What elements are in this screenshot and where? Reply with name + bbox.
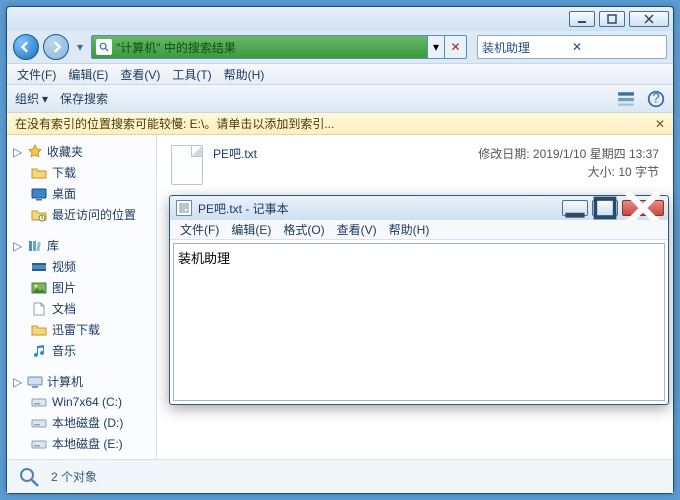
menu-view[interactable]: 查看(V): [114, 66, 166, 83]
sidebar-item-thunder[interactable]: 迅雷下载: [9, 319, 154, 340]
sidebar-item-videos[interactable]: 视频: [9, 256, 154, 277]
np-menu-file[interactable]: 文件(F): [174, 221, 225, 238]
video-icon: [31, 259, 47, 275]
drive-icon: [31, 436, 47, 452]
notepad-titlebar[interactable]: PE吧.txt - 记事本: [170, 196, 668, 220]
help-button[interactable]: ?: [647, 90, 665, 108]
organize-button[interactable]: 组织 ▾: [15, 90, 48, 107]
close-button[interactable]: [629, 11, 669, 27]
txt-file-icon: [171, 145, 203, 185]
result-filename: PE吧.txt: [213, 145, 468, 162]
view-options-button[interactable]: [617, 90, 635, 108]
sidebar-item-pictures[interactable]: 图片: [9, 277, 154, 298]
status-bar: 2 个对象: [7, 459, 673, 493]
index-warning-close[interactable]: ✕: [655, 117, 665, 131]
folder-icon: [31, 165, 47, 181]
search-box[interactable]: 装机助理 ✕: [477, 35, 667, 59]
notepad-maximize-button[interactable]: [592, 200, 618, 216]
notepad-title: PE吧.txt - 记事本: [198, 200, 558, 217]
music-icon: [31, 343, 47, 359]
nav-history-dropdown[interactable]: ▾: [73, 34, 87, 60]
sidebar-favorites[interactable]: ▷收藏夹: [9, 141, 154, 162]
np-menu-view[interactable]: 查看(V): [331, 221, 383, 238]
drive-icon: [31, 415, 47, 431]
save-search-button[interactable]: 保存搜索: [60, 90, 108, 107]
sidebar-item-music[interactable]: 音乐: [9, 340, 154, 361]
sidebar-item-drive-c[interactable]: Win7x64 (C:): [9, 392, 154, 412]
drive-icon: [31, 394, 47, 410]
star-icon: [27, 144, 43, 160]
status-count: 2 个对象: [51, 468, 97, 485]
nav-row: ▾ "计算机" 中的搜索结果 ▾ ✕ 装机助理 ✕: [7, 31, 673, 63]
sidebar-item-downloads[interactable]: 下载: [9, 162, 154, 183]
np-menu-edit[interactable]: 编辑(E): [225, 221, 277, 238]
menu-help[interactable]: 帮助(H): [218, 66, 271, 83]
minimize-button[interactable]: [569, 11, 595, 27]
address-text: "计算机" 中的搜索结果: [116, 39, 236, 56]
desktop-icon: [31, 186, 47, 202]
notepad-close-button[interactable]: [622, 200, 664, 216]
menu-tools[interactable]: 工具(T): [166, 66, 217, 83]
sidebar-item-documents[interactable]: 文档: [9, 298, 154, 319]
explorer-menubar: 文件(F) 编辑(E) 查看(V) 工具(T) 帮助(H): [7, 63, 673, 85]
explorer-toolbar: 组织 ▾ 保存搜索 ?: [7, 85, 673, 113]
magnifier-icon: [17, 465, 41, 489]
search-result-row[interactable]: PE吧.txt 修改日期: 2019/1/10 星期四 13:37 大小: 10…: [157, 135, 673, 191]
pictures-icon: [31, 280, 47, 296]
result-meta: 修改日期: 2019/1/10 星期四 13:37 大小: 10 字节: [478, 145, 659, 181]
navigation-pane: ▷收藏夹 下载 桌面 最近访问的位置 ▷库 视频 图片 文档 迅雷下载 音乐 ▷…: [7, 135, 157, 459]
back-button[interactable]: [13, 34, 39, 60]
explorer-titlebar: [7, 7, 673, 31]
sidebar-item-recent[interactable]: 最近访问的位置: [9, 204, 154, 225]
search-clear-button[interactable]: ✕: [570, 40, 662, 54]
sidebar-item-drive-e[interactable]: 本地磁盘 (E:): [9, 433, 154, 454]
np-menu-help[interactable]: 帮助(H): [383, 221, 436, 238]
notepad-icon: [176, 200, 192, 216]
address-bar[interactable]: "计算机" 中的搜索结果: [91, 35, 427, 59]
sidebar-libraries[interactable]: ▷库: [9, 235, 154, 256]
computer-icon: [27, 374, 43, 390]
maximize-button[interactable]: [599, 11, 625, 27]
notepad-minimize-button[interactable]: [562, 200, 588, 216]
search-icon: [96, 39, 112, 55]
menu-edit[interactable]: 编辑(E): [62, 66, 114, 83]
sidebar-item-drive-d[interactable]: 本地磁盘 (D:): [9, 412, 154, 433]
address-stop-button[interactable]: ✕: [445, 35, 467, 59]
address-dropdown[interactable]: ▾: [427, 35, 445, 59]
documents-icon: [31, 301, 47, 317]
notepad-text-area[interactable]: 装机助理: [173, 243, 665, 401]
notepad-menubar: 文件(F) 编辑(E) 格式(O) 查看(V) 帮助(H): [170, 220, 668, 240]
index-warning-strip[interactable]: 在没有索引的位置搜索可能较慢: E:\。请单击以添加到索引... ✕: [7, 113, 673, 135]
libraries-icon: [27, 238, 43, 254]
index-warning-text: 在没有索引的位置搜索可能较慢: E:\。请单击以添加到索引...: [15, 115, 334, 132]
address-bar-wrap: "计算机" 中的搜索结果 ▾ ✕: [91, 35, 467, 59]
svg-text:?: ?: [652, 90, 660, 105]
sidebar-computer[interactable]: ▷计算机: [9, 371, 154, 392]
menu-file[interactable]: 文件(F): [11, 66, 62, 83]
sidebar-item-desktop[interactable]: 桌面: [9, 183, 154, 204]
np-menu-format[interactable]: 格式(O): [277, 221, 330, 238]
search-value: 装机助理: [482, 39, 570, 56]
recent-icon: [31, 207, 47, 223]
folder-icon: [31, 322, 47, 338]
forward-button[interactable]: [43, 34, 69, 60]
notepad-window: PE吧.txt - 记事本 文件(F) 编辑(E) 格式(O) 查看(V) 帮助…: [169, 195, 669, 405]
